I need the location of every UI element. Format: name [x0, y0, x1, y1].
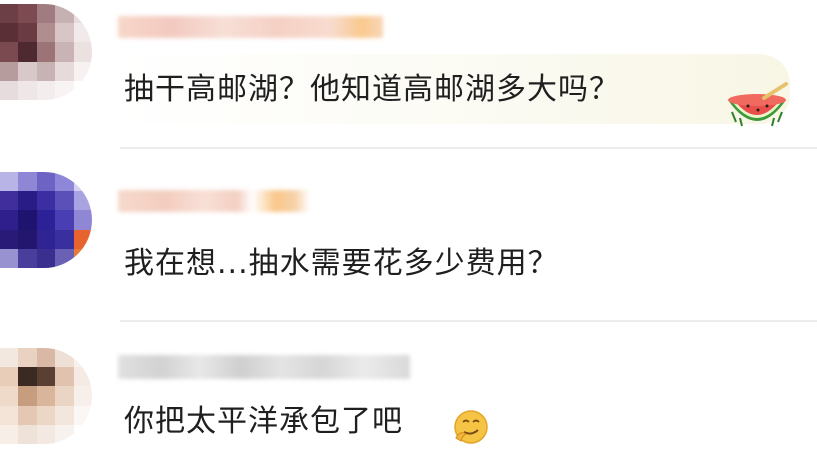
username-obscured[interactable]: [118, 188, 310, 214]
comment-divider: [120, 320, 817, 322]
avatar-pixelated: [0, 4, 92, 100]
comment-text-content: 我在想...抽水需要花多少费用？: [124, 246, 559, 281]
username-obscured[interactable]: [118, 354, 410, 380]
username-blur: [118, 355, 410, 379]
comment-text-content: 抽干高邮湖？他知道高邮湖多大吗？: [124, 72, 620, 107]
comment-divider: [120, 147, 817, 149]
avatar-pixelated: [0, 348, 92, 444]
comment-text: 我在想...抽水需要花多少费用？: [124, 244, 559, 284]
avatar[interactable]: [0, 172, 92, 268]
comment-text: 你把太平洋承包了吧: [124, 402, 403, 442]
comment-item: 你把太平洋承包了吧: [0, 330, 817, 462]
watermelon-emoji-icon: [724, 82, 790, 138]
avatar-pixelated: [0, 172, 92, 268]
username-blur: [118, 16, 383, 38]
smug-face-emoji-icon: [452, 408, 490, 450]
avatar[interactable]: [0, 4, 92, 100]
comment-text-content: 你把太平洋承包了吧: [124, 404, 403, 439]
comment-item: 我在想...抽水需要花多少费用？: [0, 160, 817, 322]
avatar[interactable]: [0, 348, 92, 444]
username-obscured[interactable]: [118, 14, 383, 40]
comment-item: 抽干高邮湖？他知道高邮湖多大吗？: [0, 0, 817, 150]
comment-text: 抽干高邮湖？他知道高邮湖多大吗？: [124, 70, 620, 110]
username-blur: [118, 190, 310, 212]
